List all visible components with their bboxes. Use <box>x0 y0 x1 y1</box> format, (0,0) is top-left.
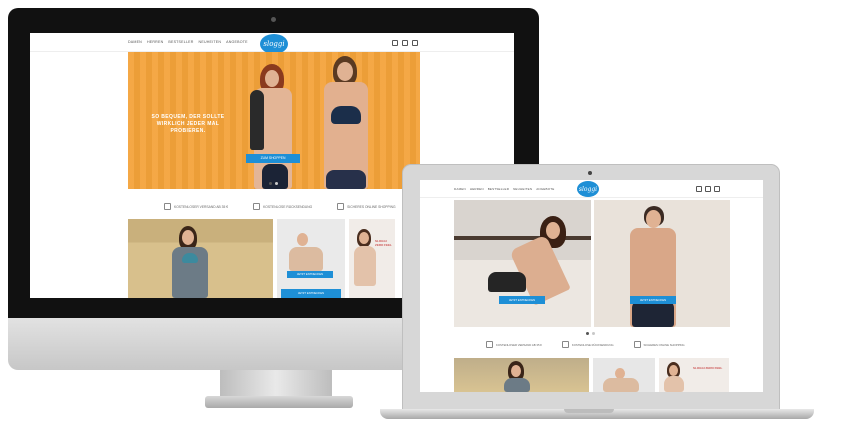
usp-shipping: KOSTENLOSER VERSAND AB 35 € <box>164 203 228 210</box>
hero-woman-head <box>546 222 560 239</box>
usp-bar: KOSTENLOSER VERSAND AB 35 € KOSTENLOSE R… <box>164 203 396 210</box>
tile-field[interactable] <box>128 219 273 298</box>
lock-icon <box>337 203 345 210</box>
carousel-dot-2[interactable] <box>592 332 595 335</box>
carousel-dot-1[interactable] <box>269 182 272 185</box>
hero-headline-line2: WIRKLICH JEDER MAL <box>156 121 220 127</box>
model-woman-jacket <box>250 90 264 150</box>
truck-icon <box>486 341 493 348</box>
usp-secure: SICHERES ONLINE SHOPPING <box>337 203 396 210</box>
imac-camera <box>271 17 276 22</box>
tile-men[interactable]: JETZT ENTDECKEN JETZT ENTDECKEN <box>277 219 345 298</box>
model-bra <box>331 106 361 124</box>
bed-frame <box>454 236 591 240</box>
carousel-dot-2[interactable] <box>275 182 278 185</box>
laptop-camera <box>588 171 592 175</box>
account-icon[interactable] <box>392 40 398 46</box>
nav-item-herren[interactable]: HERREN <box>470 187 484 191</box>
tile-model-head <box>182 230 194 245</box>
hero-left-cta[interactable]: JETZT ENTDECKEN <box>499 296 545 304</box>
tile-women-head <box>669 365 678 376</box>
usp-returns: KOSTENLOSE RÜCKSENDUNG <box>561 341 614 348</box>
tile-women-text: SLOGGI ZERO FEEL <box>375 239 392 247</box>
main-nav-laptop: DAMEN HERREN BESTSELLER NEUHEITEN ANGEBO… <box>454 187 554 191</box>
laptop-notch <box>564 409 614 413</box>
tile-field-laptop[interactable] <box>454 358 589 392</box>
model-man-head <box>337 62 353 81</box>
tile-men-cta[interactable]: JETZT ENTDECKEN <box>287 271 333 278</box>
cart-icon[interactable] <box>412 40 418 46</box>
carousel-dot-1[interactable] <box>586 332 589 335</box>
hero-man-head <box>646 210 661 228</box>
wishlist-icon[interactable] <box>705 186 711 192</box>
header-icons <box>696 186 720 192</box>
hero-right-cta[interactable]: JETZT ENTDECKEN <box>630 296 676 304</box>
tile-women-head <box>359 232 369 244</box>
tile-model-cardigan <box>504 378 530 392</box>
usp-secure: SICHERES ONLINE SHOPPING <box>633 341 685 348</box>
tile-men-body <box>603 378 639 392</box>
hero-headline-line3: PROBIEREN. <box>170 128 206 134</box>
hero-panel-right[interactable]: JETZT ENTDECKEN <box>594 200 730 327</box>
usp-returns: KOSTENLOSE RÜCKSENDUNG <box>253 203 312 210</box>
return-icon <box>561 341 569 348</box>
nav-item-damen[interactable]: DAMEN <box>454 187 466 191</box>
tile-women[interactable]: SLOGGI ZERO FEEL <box>349 219 395 298</box>
usp-bar-laptop: KOSTENLOSER VERSAND AB 35 € KOSTENLOSE R… <box>486 341 685 348</box>
account-icon[interactable] <box>696 186 702 192</box>
imac-stand <box>220 370 332 398</box>
return-icon <box>253 203 261 210</box>
nav-item-neuheiten[interactable]: NEUHEITEN <box>199 40 222 44</box>
lock-icon <box>633 341 641 348</box>
tile-women-body <box>664 376 684 392</box>
hero-cta-button[interactable]: ZUM SHOPPEN <box>246 154 300 163</box>
cart-icon[interactable] <box>714 186 720 192</box>
nav-item-angebote[interactable]: ANGEBOTE <box>536 187 554 191</box>
usp-shipping: KOSTENLOSER VERSAND AB 35 € <box>486 341 542 348</box>
model-woman-head <box>265 70 279 87</box>
nav-item-damen[interactable]: DAMEN <box>128 40 142 44</box>
truck-icon <box>164 203 171 210</box>
nav-item-neuheiten[interactable]: NEUHEITEN <box>513 187 532 191</box>
tile-women-text: SLOGGI ZERO FEEL <box>693 366 723 370</box>
tile-women-laptop[interactable]: SLOGGI ZERO FEEL <box>659 358 729 392</box>
laptop-website: DAMEN HERREN BESTSELLER NEUHEITEN ANGEBO… <box>420 180 763 392</box>
hero-carousel-dots <box>269 182 278 185</box>
tile-men-head <box>297 233 308 246</box>
hero-panel-left[interactable]: JETZT ENTDECKEN <box>454 200 591 327</box>
wishlist-icon[interactable] <box>402 40 408 46</box>
tile-men-laptop[interactable] <box>593 358 655 392</box>
tile-model-bra <box>182 253 198 263</box>
nav-item-bestseller[interactable]: BESTSELLER <box>488 187 509 191</box>
main-nav: DAMEN HERREN BESTSELLER NEUHEITEN ANGEBO… <box>128 40 248 44</box>
tile-men-cta-2[interactable]: JETZT ENTDECKEN <box>281 289 341 298</box>
header-icons <box>392 40 418 46</box>
imac-stand-base <box>205 396 353 408</box>
hero-banner: SO BEQUEM, DER SOLLTE WIRKLICH JEDER MAL… <box>128 52 420 189</box>
sloggi-logo[interactable]: sloggi <box>577 181 599 197</box>
model-man-jeans <box>326 170 366 189</box>
nav-item-bestseller[interactable]: BESTSELLER <box>168 40 193 44</box>
hero-headline-line1: SO BEQUEM, DER SOLLTE <box>151 114 225 120</box>
hero-carousel-dots <box>586 332 595 335</box>
nav-item-herren[interactable]: HERREN <box>147 40 163 44</box>
tile-model-head <box>511 365 521 377</box>
nav-item-angebote[interactable]: ANGEBOTE <box>226 40 248 44</box>
tile-women-body <box>354 246 376 286</box>
site-header: DAMEN HERREN BESTSELLER NEUHEITEN ANGEBO… <box>30 33 514 54</box>
hero-woman-underwear <box>488 272 526 292</box>
site-header-laptop: DAMEN HERREN BESTSELLER NEUHEITEN ANGEBO… <box>420 180 763 198</box>
tile-men-body <box>289 247 323 271</box>
model-woman-jeans <box>262 164 288 189</box>
hero-headline: SO BEQUEM, DER SOLLTE WIRKLICH JEDER MAL… <box>140 114 236 135</box>
sloggi-logo[interactable]: sloggi <box>260 34 288 54</box>
hero-man-underwear <box>632 300 674 327</box>
